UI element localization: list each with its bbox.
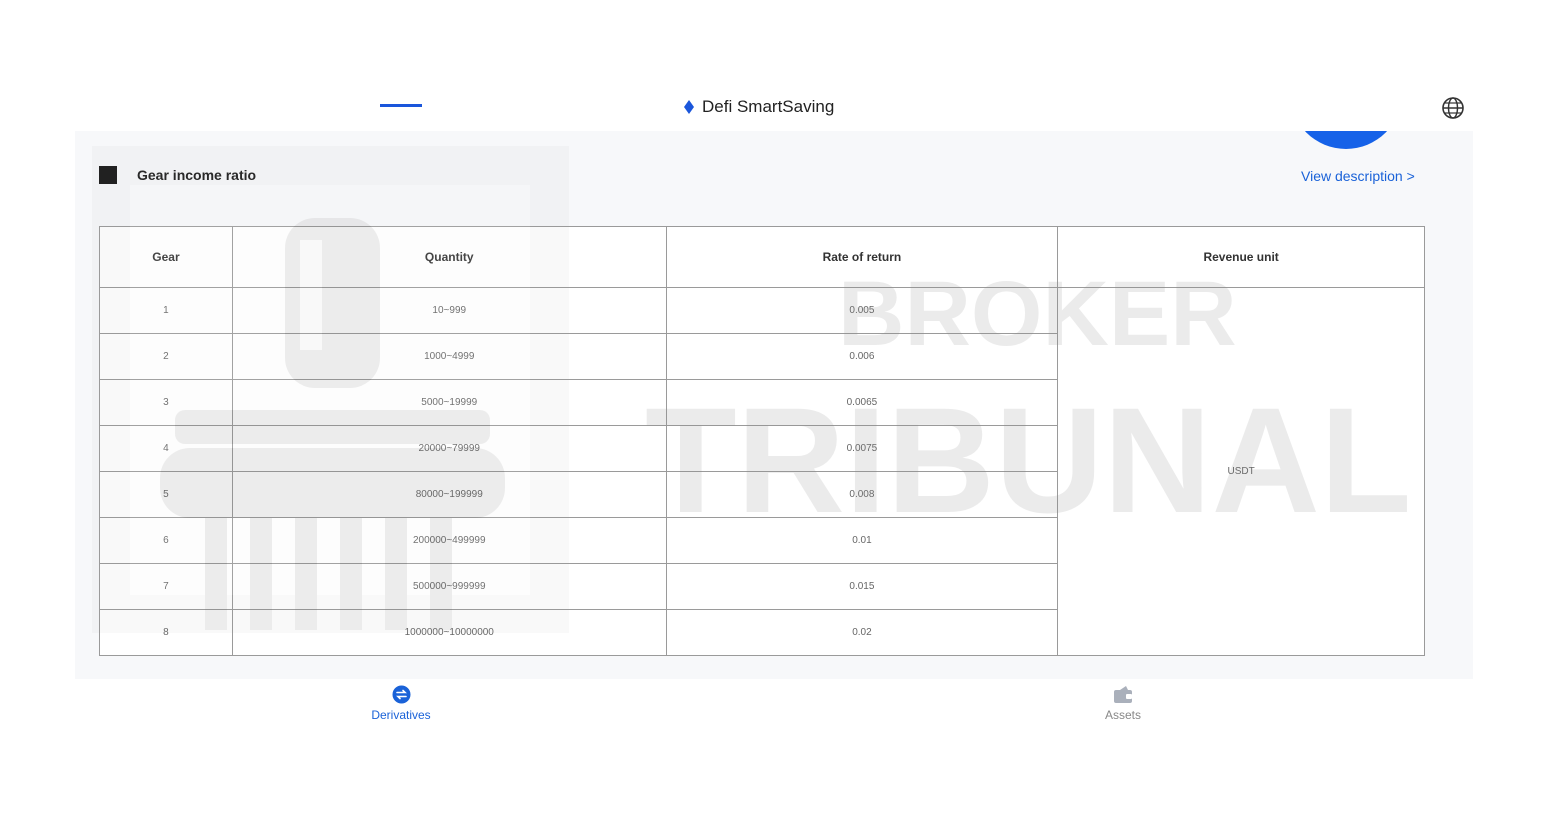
nav-assets-label: Assets	[1104, 708, 1141, 722]
quantity-cell: 500000~999999	[231, 563, 667, 610]
rate-cell: 0.0075	[665, 425, 1059, 472]
column-header-rate: Rate of return	[665, 226, 1059, 288]
globe-icon[interactable]	[1441, 96, 1465, 120]
gear-cell: 6	[99, 517, 233, 564]
rate-cell: 0.006	[665, 333, 1059, 380]
quantity-cell: 10~999	[231, 287, 667, 334]
rate-cell: 0.02	[665, 609, 1059, 656]
nav-assets[interactable]: Assets	[1088, 685, 1158, 722]
exchange-icon	[392, 685, 410, 704]
column-header-revenue-unit: Revenue unit	[1057, 226, 1425, 288]
quantity-cell: 200000~499999	[231, 517, 667, 564]
page-title-text: Defi SmartSaving	[702, 97, 835, 116]
gear-cell: 4	[99, 425, 233, 472]
table-header-row: Gear Quantity Rate of return Revenue uni…	[99, 226, 1425, 288]
nav-derivatives-label: Derivatives	[371, 708, 431, 722]
gear-cell: 8	[99, 609, 233, 656]
wallet-icon	[1114, 686, 1132, 703]
view-description-link[interactable]: View description >	[1301, 168, 1415, 184]
quantity-cell: 20000~79999	[231, 425, 667, 472]
gear-cell: 2	[99, 333, 233, 380]
blue-arc-decoration	[1290, 131, 1402, 149]
gear-income-table: Gear Quantity Rate of return Revenue uni…	[99, 226, 1425, 656]
rate-cell: 0.01	[665, 517, 1059, 564]
quantity-cell: 5000~19999	[231, 379, 667, 426]
gear-cell: 3	[99, 379, 233, 426]
column-header-quantity: Quantity	[231, 226, 667, 288]
gear-cell: 1	[99, 287, 233, 334]
gear-cell: 5	[99, 471, 233, 518]
app-header: Defi SmartSaving	[0, 85, 1549, 131]
rate-cell: 0.0065	[665, 379, 1059, 426]
bottom-nav: Derivatives Assets	[0, 679, 1549, 739]
section-marker-icon	[99, 166, 117, 184]
quantity-cell: 1000000~10000000	[231, 609, 667, 656]
revenue-unit-cell: USDT	[1057, 287, 1425, 656]
column-header-gear: Gear	[99, 226, 233, 288]
diamond-icon	[684, 100, 694, 114]
nav-derivatives[interactable]: Derivatives	[366, 685, 436, 722]
gear-cell: 7	[99, 563, 233, 610]
section-header: Gear income ratio	[99, 166, 256, 184]
active-tab-indicator	[380, 104, 422, 107]
quantity-cell: 1000~4999	[231, 333, 667, 380]
table-row: 1 10~999 0.005 USDT	[99, 287, 1425, 656]
rate-cell: 0.008	[665, 471, 1059, 518]
rate-cell: 0.005	[665, 287, 1059, 334]
rate-cell: 0.015	[665, 563, 1059, 610]
page-title: Defi SmartSaving	[684, 97, 834, 117]
quantity-cell: 80000~199999	[231, 471, 667, 518]
section-title: Gear income ratio	[137, 167, 257, 183]
